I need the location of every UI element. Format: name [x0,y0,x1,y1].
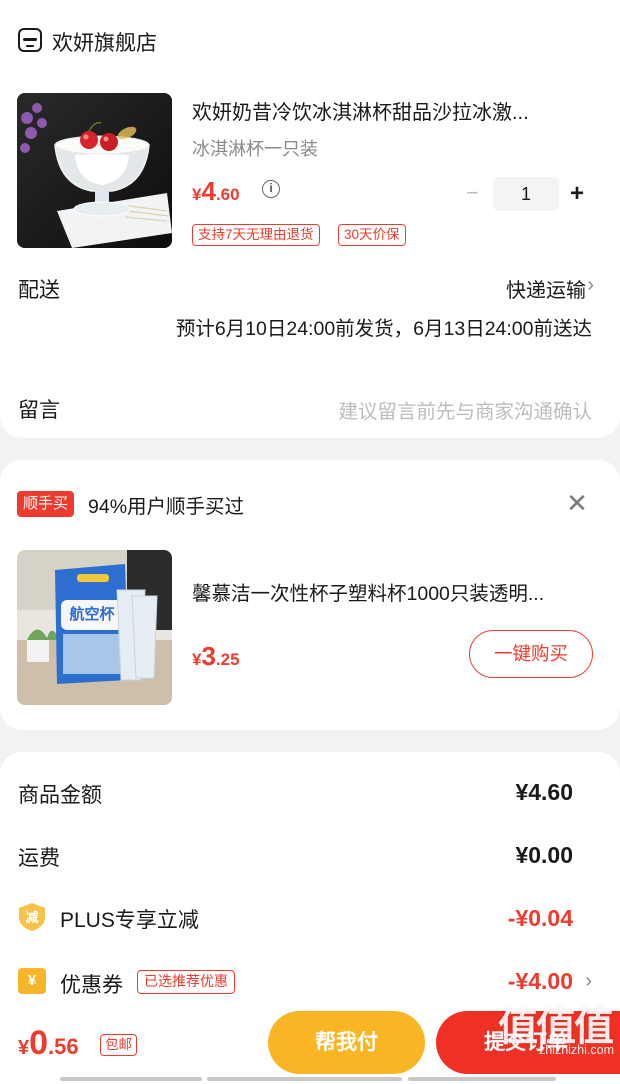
submit-order-button[interactable]: 提交订单 [436,1011,620,1074]
coupon-recommend-tag: 已选推荐优惠 [137,970,235,994]
message-input[interactable]: 建议留言前先与商家沟通确认 [338,395,592,424]
price-decimal: .60 [215,185,240,204]
product-price: ¥4.60 [192,176,240,207]
return-policy-tag: 支持7天无理由退货 [192,224,320,246]
chevron-right-icon[interactable]: › [587,274,594,297]
coupon-icon: ¥ [18,968,46,994]
delivery-estimate: 预计6月10日24:00前发货，6月13日24:00前送达 [175,318,592,340]
price-integer: 0 [29,1024,49,1062]
price-symbol: ¥ [18,1037,30,1059]
discount-shield-icon: 减 [18,902,46,932]
goods-amount-value: ¥4.60 [515,779,573,805]
upsell-price: ¥3.25 [192,641,240,672]
free-shipping-tag: 包邮 [100,1034,137,1056]
home-indicator [207,1077,402,1081]
delivery-label: 配送 [18,279,60,302]
price-decimal: .56 [48,1034,79,1059]
one-click-buy-button[interactable]: 一键购买 [469,630,593,678]
home-indicator [60,1077,202,1081]
upsell-product-title[interactable]: 馨慕洁一次性杯子塑料杯1000只装透明... [192,577,592,606]
help-pay-button[interactable]: 帮我付 [268,1011,425,1074]
home-indicator [408,1077,556,1081]
price-protect-tag: 30天价保 [338,224,406,246]
product-title[interactable]: 欢妍奶昔冷饮冰淇淋杯甜品沙拉冰激... [192,96,592,125]
minus-icon[interactable]: − [466,182,482,204]
cup-package-label: 航空杯 [69,606,115,623]
shipping-fee-label: 运费 [18,847,60,870]
plus-discount-value: -¥0.04 [507,905,573,931]
upsell-title: 94%用户顺手买过 [88,496,245,518]
chevron-right-icon[interactable]: › [585,970,592,993]
message-label: 留言 [18,399,60,422]
product-image[interactable] [17,93,172,248]
total-price: ¥0.56 [18,1024,79,1063]
coupon-value[interactable]: -¥4.00 [508,968,573,995]
discount-icon-text: 减 [25,910,39,925]
delivery-method[interactable]: 快递运输 [506,274,586,303]
upsell-badge: 顺手买 [17,491,75,517]
price-integer: 3 [201,641,216,671]
info-icon[interactable]: i [262,180,280,198]
price-integer: 4 [201,176,216,206]
product-spec[interactable]: 冰淇淋杯一只装 [192,135,318,161]
plus-discount-label: PLUS专享立减 [60,909,199,932]
close-icon[interactable]: ✕ [566,490,588,516]
store-icon [18,28,42,52]
coupon-label[interactable]: 优惠券 [60,969,123,999]
plus-icon[interactable]: + [567,180,587,208]
order-card: 欢妍旗舰店 欢妍奶昔冷饮冰淇淋杯甜品沙拉冰激... 冰淇淋杯一只装 ¥4.60 … [0,0,620,438]
price-decimal: .25 [215,650,240,669]
upsell-product-image[interactable]: 航空杯 [17,550,172,705]
goods-amount-label: 商品金额 [18,784,102,807]
quantity-input[interactable]: 1 [493,177,559,211]
shipping-fee-value: ¥0.00 [515,842,573,868]
shop-name[interactable]: 欢妍旗舰店 [52,27,157,57]
